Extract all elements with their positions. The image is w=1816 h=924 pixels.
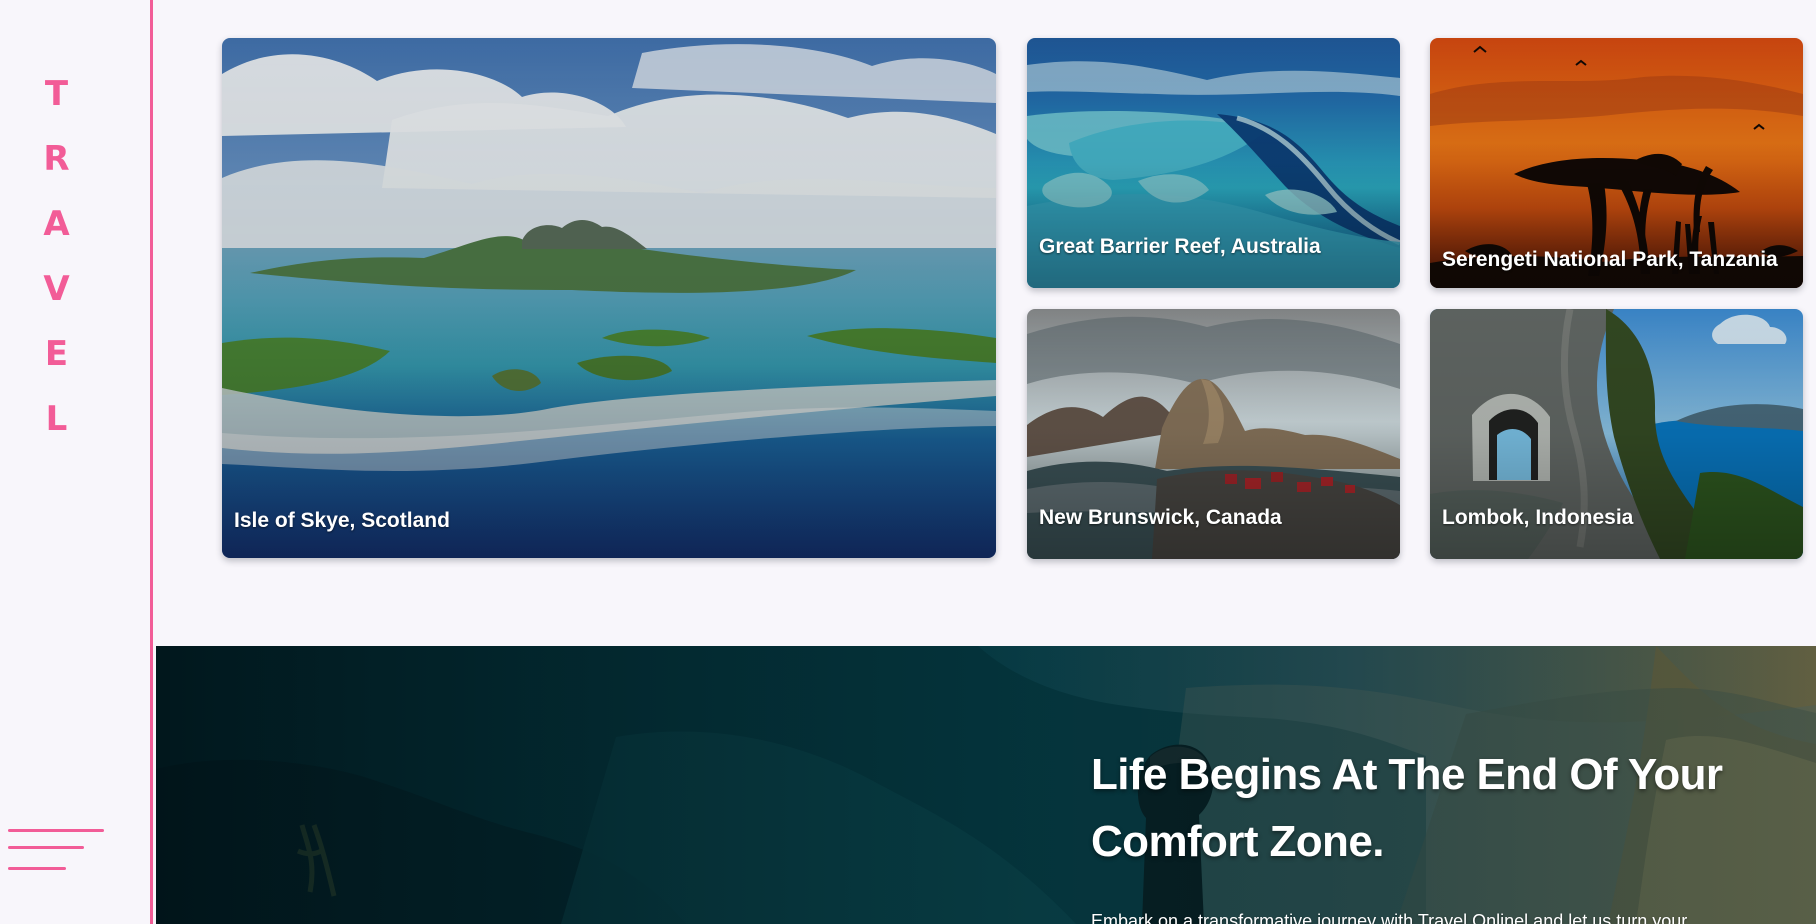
menu-line-middle [8,846,84,849]
brand-letter-a: A [43,204,70,244]
sidebar: T R A V E L [0,0,153,924]
menu-line-top [8,829,104,832]
brand-letter-r: R [43,139,70,179]
destination-gallery: Isle of Skye, Scotland Great Barrier Ree… [222,38,1816,563]
brand-letter-l: L [45,399,68,439]
destination-label-lombok: Lombok, Indonesia [1442,505,1634,529]
destination-card-isle-of-skye[interactable]: Isle of Skye, Scotland [222,38,996,558]
vertical-brand-logo[interactable]: T R A V E L [0,62,113,452]
hero-copy: Life Begins At The End Of Your Comfort Z… [1091,741,1811,924]
destination-label-new-brunswick: New Brunswick, Canada [1039,505,1282,529]
destination-label-serengeti: Serengeti National Park, Tanzania [1442,247,1778,271]
destination-card-serengeti[interactable]: Serengeti National Park, Tanzania [1430,38,1803,288]
brand-letter-e: E [44,334,69,374]
hamburger-icon[interactable] [8,825,108,875]
destination-card-great-barrier-reef[interactable]: Great Barrier Reef, Australia [1027,38,1400,288]
inspiration-hero: Life Begins At The End Of Your Comfort Z… [156,646,1816,924]
brand-letter-v: V [43,269,70,309]
destination-card-lombok[interactable]: Lombok, Indonesia [1430,309,1803,559]
hero-description: Embark on a transformative journey with … [1091,911,1688,924]
destination-label-great-barrier-reef: Great Barrier Reef, Australia [1039,234,1321,258]
isle-of-skye-image [222,38,996,558]
brand-letter-t: T [44,74,69,114]
menu-line-bottom [8,867,66,870]
destination-card-new-brunswick[interactable]: New Brunswick, Canada [1027,309,1400,559]
destination-label-isle-of-skye: Isle of Skye, Scotland [234,508,450,532]
hero-title: Life Begins At The End Of Your Comfort Z… [1091,750,1723,866]
